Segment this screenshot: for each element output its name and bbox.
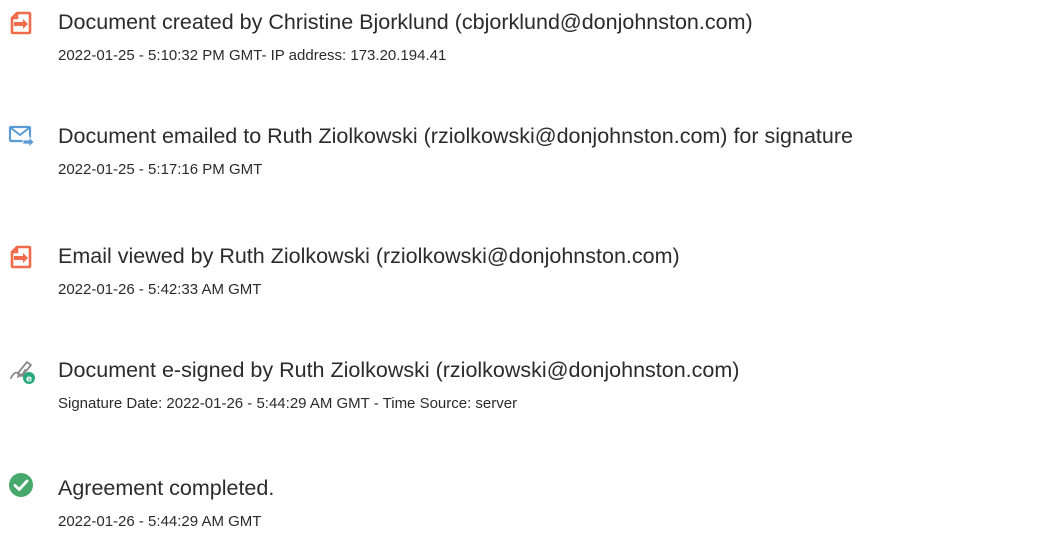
document-created-icon: [8, 9, 34, 35]
event-title: Document created by Christine Bjorklund …: [58, 10, 753, 34]
event-title: Document e-signed by Ruth Ziolkowski (rz…: [58, 358, 740, 382]
checkmark-circle-icon: [8, 472, 34, 498]
document-viewed-icon: [8, 243, 34, 269]
event-title: Document emailed to Ruth Ziolkowski (rzi…: [58, 124, 853, 148]
event-title: Agreement completed.: [58, 476, 275, 500]
event-detail: Signature Date: 2022-01-26 - 5:44:29 AM …: [58, 395, 518, 412]
event-detail: 2022-01-26 - 5:42:33 AM GMT: [58, 281, 262, 298]
svg-text:e: e: [26, 375, 32, 385]
event-detail: 2022-01-25 - 5:10:32 PM GMT- IP address:…: [58, 47, 447, 64]
event-detail: 2022-01-26 - 5:44:29 AM GMT: [58, 513, 262, 530]
email-sent-icon: [8, 123, 35, 149]
e-sign-pen-icon: e: [8, 357, 35, 385]
event-title: Email viewed by Ruth Ziolkowski (rziolko…: [58, 244, 680, 268]
event-detail: 2022-01-25 - 5:17:16 PM GMT: [58, 161, 263, 178]
